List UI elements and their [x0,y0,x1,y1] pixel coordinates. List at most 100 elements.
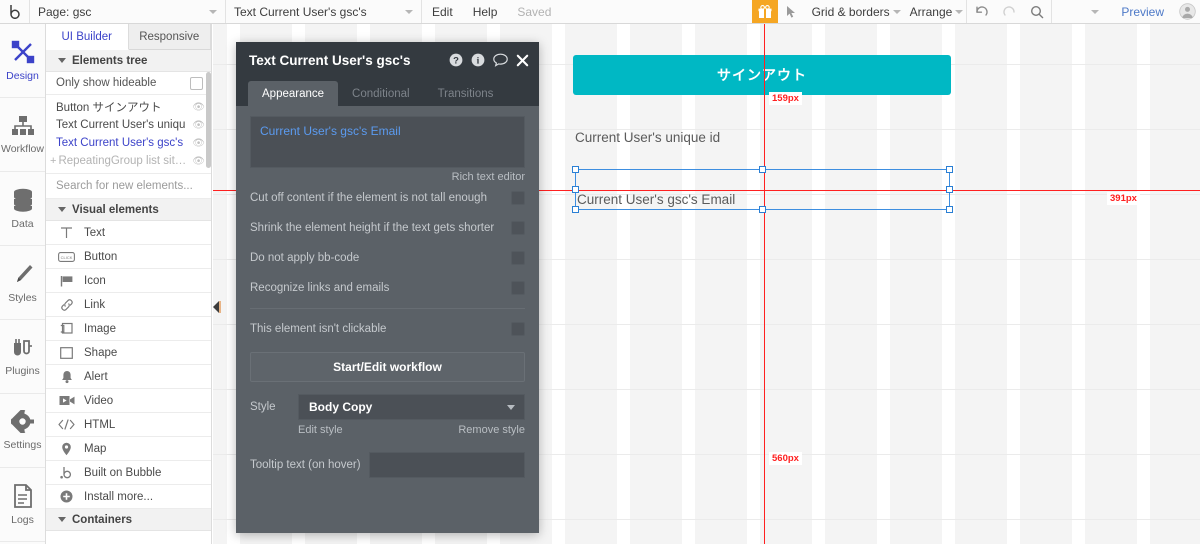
option-checkbox[interactable] [511,221,525,235]
option-checkbox[interactable] [511,281,525,295]
gift-icon[interactable] [751,0,778,23]
property-editor-titlebar[interactable]: Text Current User's gsc's ? i [236,42,539,78]
panel-tabs: UI Builder Responsive [46,24,211,50]
undo-icon[interactable] [967,0,995,23]
option-checkbox[interactable] [511,322,525,336]
option-not-clickable[interactable]: This element isn't clickable [250,314,525,344]
eye-icon[interactable]: 👁 [192,120,205,131]
rail-label: Workflow [1,142,44,155]
top-toolbar: Page: gsc Text Current User's gsc's Edit… [0,0,1200,24]
option-checkbox[interactable] [511,251,525,265]
visual-elements-header[interactable]: Visual elements [46,199,211,221]
panel-collapse-arrow-icon[interactable] [212,300,221,314]
element-item-image[interactable]: Image [46,317,211,341]
comment-icon[interactable] [493,53,508,67]
pointer-icon[interactable] [778,0,806,23]
element-item-install-more[interactable]: Install more... [46,485,211,509]
tab-transitions[interactable]: Transitions [424,81,508,106]
preview-button[interactable]: Preview [1111,0,1174,23]
rail-item-styles[interactable]: Styles [0,246,45,320]
element-item-shape[interactable]: Shape [46,341,211,365]
search-icon[interactable] [1023,0,1051,23]
arrange-menu[interactable]: Arrange [904,0,967,23]
element-item-map[interactable]: Map [46,437,211,461]
rich-text-editor-link[interactable]: Rich text editor [250,171,525,183]
text-content-input[interactable]: Current User's gsc's Email [250,116,525,168]
option-recognize-links[interactable]: Recognize links and emails [250,273,525,303]
element-item-label: Text [84,226,106,239]
canvas-text-unique-id[interactable]: Current User's unique id [575,130,720,145]
redo-icon[interactable] [995,0,1023,23]
element-item-button[interactable]: CLICK Button [46,245,211,269]
rail-item-design[interactable]: Design [0,24,45,98]
panel-scrollbar[interactable] [206,72,211,168]
element-item-built-on-bubble[interactable]: Built on Bubble [46,461,211,485]
eye-icon[interactable]: 👁 [192,102,205,113]
only-show-hideable-checkbox[interactable] [190,76,203,90]
bubble-logo-icon[interactable] [0,0,30,23]
tree-item-repeatinggroup[interactable]: + RepeatingGroup list siteEnt... 👁 [46,152,211,170]
elements-tree-header[interactable]: Elements tree [46,50,211,72]
containers-header[interactable]: Containers [46,509,211,531]
resize-handle-top-right[interactable] [946,166,953,173]
tree-item-text-unique-id[interactable]: Text Current User's uniqu 👁 [46,116,211,134]
element-item-html[interactable]: HTML [46,413,211,437]
close-icon[interactable] [516,54,529,67]
more-menu[interactable] [1051,0,1111,23]
tab-ui-builder[interactable]: UI Builder [46,24,129,50]
remove-style-link[interactable]: Remove style [458,424,525,436]
grid-borders-menu[interactable]: Grid & borders [806,0,904,23]
element-item-alert[interactable]: Alert [46,365,211,389]
start-edit-workflow-button[interactable]: Start/Edit workflow [250,352,525,382]
element-selection-box[interactable] [572,166,953,213]
tree-item-button-signout[interactable]: Button サインアウト 👁 [46,98,211,116]
element-item-text[interactable]: Text [46,221,211,245]
element-item-icon[interactable]: Icon [46,269,211,293]
property-editor-body: Current User's gsc's Email Rich text edi… [236,106,539,533]
info-icon[interactable]: i [471,53,485,67]
resize-handle-top-center[interactable] [758,166,766,173]
resize-handle-middle-left[interactable] [572,185,579,193]
resize-handle-middle-right[interactable] [946,185,953,193]
rail-item-settings[interactable]: Settings [0,394,45,468]
resize-handle-bottom-right[interactable] [946,206,953,213]
option-checkbox[interactable] [511,191,525,205]
tree-item-text-gscs[interactable]: Text Current User's gsc's 👁 [46,134,211,152]
option-no-bbcode[interactable]: Do not apply bb-code [250,243,525,273]
tab-appearance[interactable]: Appearance [248,81,339,106]
eye-slash-icon[interactable]: 👁 [192,156,205,167]
alert-bell-icon [58,370,75,384]
element-item-video[interactable]: Video [46,389,211,413]
rail-item-workflow[interactable]: Workflow [0,98,45,172]
resize-handle-bottom-left[interactable] [572,206,579,213]
option-cut-off-content[interactable]: Cut off content if the element is not ta… [250,183,525,213]
left-icon-rail: Design Workflow Data Styles Plugins Sett… [0,24,46,544]
search-new-elements-row[interactable]: Search for new elements... [46,173,211,199]
tab-conditional[interactable]: Conditional [338,81,424,106]
resize-handle-top-left[interactable] [572,166,579,173]
edit-style-link[interactable]: Edit style [298,424,343,436]
shape-square-icon [58,346,75,359]
edit-menu[interactable]: Edit [422,0,463,23]
rail-item-data[interactable]: Data [0,172,45,246]
element-item-link[interactable]: Link [46,293,211,317]
property-editor-window: Text Current User's gsc's ? i Appearance… [236,42,539,533]
expand-plus-icon[interactable]: + [50,155,56,167]
user-avatar-icon[interactable] [1174,0,1200,23]
tab-responsive[interactable]: Responsive [128,24,211,49]
help-menu[interactable]: Help [463,0,508,23]
rail-item-plugins[interactable]: Plugins [0,320,45,394]
page-selector[interactable]: Page: gsc [30,0,226,23]
resize-handle-bottom-center[interactable] [758,206,766,213]
rail-item-logs[interactable]: Logs [0,468,45,542]
element-selector[interactable]: Text Current User's gsc's [226,0,422,23]
tooltip-input[interactable] [368,452,525,478]
chevron-down-icon [58,58,66,63]
right-distance-label: 391px [1107,192,1140,205]
canvas-button-signout[interactable]: サインアウト [573,55,951,95]
only-show-hideable-row[interactable]: Only show hideable [46,72,211,95]
style-select[interactable]: Body Copy [298,394,525,420]
eye-icon[interactable]: 👁 [192,138,205,149]
option-shrink-height[interactable]: Shrink the element height if the text ge… [250,213,525,243]
help-question-icon[interactable]: ? [449,53,463,67]
